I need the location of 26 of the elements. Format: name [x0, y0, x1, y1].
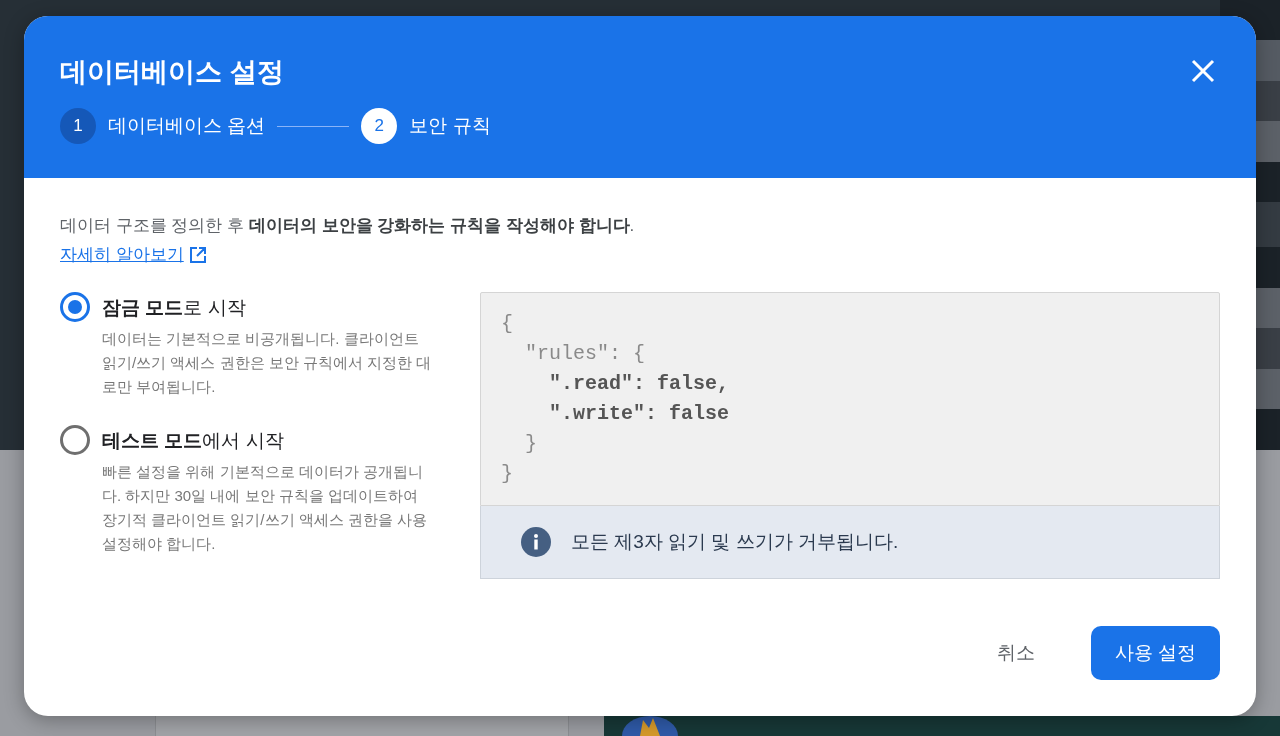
- close-button[interactable]: [1190, 58, 1216, 84]
- code-line: }: [501, 461, 513, 487]
- step-number: 2: [361, 108, 398, 144]
- flame-icon: [622, 716, 679, 736]
- enable-button[interactable]: 사용 설정: [1090, 626, 1220, 680]
- option-description: 데이터는 기본적으로 비공개됩니다. 클라이언트 읽기/쓰기 액세스 권한은 보안 규칙에서 지정한 대로만 부여됩니다.: [102, 329, 432, 397]
- learn-more-link[interactable]: 자세히 알아보기: [60, 243, 208, 266]
- option-title: 테스트 모드에서 시작: [102, 429, 285, 453]
- external-link-icon: [187, 244, 208, 265]
- dialog-title: 데이터베이스 설정: [60, 56, 284, 89]
- radio-button[interactable]: [60, 425, 90, 455]
- option-title: 잠금 모드로 시작: [102, 296, 247, 320]
- code-line: ".write": false: [548, 401, 730, 427]
- code-line: "rules": {: [524, 341, 646, 367]
- step-number: 1: [60, 108, 96, 144]
- option-description: 빠른 설정을 위해 기본적으로 데이터가 공개됩니다. 하지만 30일 내에 보안 규칙을 업데이트하여 장기적 클라이언트 읽기/쓰기 액세스 권한을 사용 설정해야 합니다.: [102, 462, 428, 554]
- code-line: }: [524, 431, 537, 457]
- step-label: 보안 규칙: [409, 114, 491, 138]
- radio-button[interactable]: [60, 292, 90, 322]
- code-line: {: [501, 311, 513, 337]
- notice-text: 모든 제3자 읽기 및 쓰기가 거부됩니다.: [571, 530, 899, 554]
- description-text: 데이터 구조를 정의한 후 데이터의 보안을 강화하는 규칙을 작성해야 합니다.: [60, 215, 636, 237]
- cancel-button[interactable]: 취소: [996, 628, 1035, 678]
- code-line: ".read": false,: [548, 371, 730, 397]
- info-icon: [521, 527, 551, 557]
- step-label: 데이터베이스 옵션: [108, 114, 266, 138]
